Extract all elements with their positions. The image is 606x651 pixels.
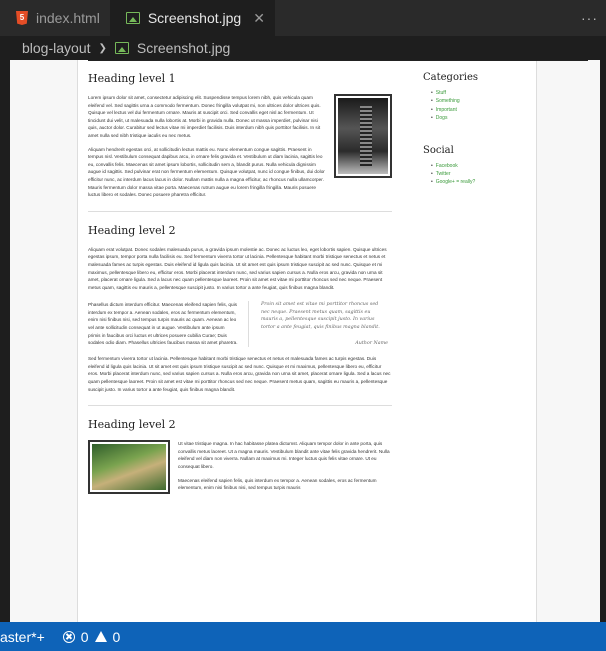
two-column-section: Phasellus dictum interdum efficitur. Mae… (88, 301, 392, 348)
divider (88, 210, 392, 212)
tab-label: Screenshot.jpg (147, 10, 242, 26)
header-rule (88, 60, 588, 61)
column-text: Phasellus dictum interdum efficitur. Mae… (88, 302, 238, 346)
image-icon (114, 42, 129, 54)
close-icon[interactable]: ✕ (253, 10, 265, 27)
categories-title: Categories (423, 72, 478, 83)
main-content: Heading level 1 Lorem ipsum dolor sit am… (88, 72, 392, 500)
error-count: 0 (80, 628, 89, 645)
image-text-section: Ut vitae tristique magna. In hac habitas… (88, 440, 392, 500)
breadcrumb: blog-layout ❯ Screenshot.jpg (0, 36, 606, 60)
breadcrumb-file[interactable]: Screenshot.jpg (137, 40, 230, 56)
html5-icon: 5 (16, 11, 28, 25)
category-link: Important (431, 106, 533, 114)
social-link: Google+ = really? (431, 178, 533, 186)
error-icon (62, 630, 75, 643)
editor-window: 5 index.html Screenshot.jpg ✕ ··· blog-l… (0, 0, 606, 651)
divider (88, 405, 392, 407)
category-link: Stuff (431, 89, 533, 97)
tab-bar: 5 index.html Screenshot.jpg ✕ ··· (0, 0, 606, 36)
social-title: Social (423, 144, 454, 156)
tab-index-html[interactable]: 5 index.html (0, 0, 110, 36)
escalator-image (334, 94, 392, 178)
git-branch[interactable]: aster*+ (0, 629, 45, 645)
warning-icon (94, 631, 107, 642)
breadcrumb-folder[interactable]: blog-layout (22, 40, 91, 56)
paragraph: Aliquam erat volutpat. Donec sodales mal… (88, 246, 387, 290)
category-link: Dogs (431, 114, 533, 122)
screenshot-image: Heading level 1 Lorem ipsum dolor sit am… (10, 60, 600, 622)
heading-level-2: Heading level 2 (88, 223, 176, 237)
blockquote: Proin sit amet est vitae mi porttitor rh… (248, 301, 388, 348)
categories-list: Stuff Something Important Dogs (431, 89, 533, 123)
quote-author: Author Name (355, 340, 388, 346)
status-bar: aster*+ 0 0 (0, 622, 606, 651)
blog-page: Heading level 1 Lorem ipsum dolor sit am… (77, 60, 588, 622)
social-link: Twitter (431, 170, 533, 178)
problems-indicator[interactable]: 0 0 (62, 628, 121, 645)
paragraph: Sed fermentum viverra tortor ut lacinia.… (88, 356, 391, 392)
forest-path-image (88, 440, 170, 495)
warning-count: 0 (112, 628, 121, 645)
more-actions-icon[interactable]: ··· (581, 10, 598, 26)
heading-level-1: Heading level 1 (88, 72, 176, 85)
sidebar: Categories Stuff Something Important Dog… (423, 72, 533, 209)
image-preview-area: Heading level 1 Lorem ipsum dolor sit am… (0, 60, 606, 622)
quote-text: Proin sit amet est vitae mi porttitor rh… (261, 302, 380, 331)
category-link: Something (431, 97, 533, 105)
heading-level-2: Heading level 2 (88, 418, 176, 432)
chevron-right-icon: ❯ (98, 42, 107, 54)
tab-screenshot-jpg[interactable]: Screenshot.jpg ✕ (109, 0, 275, 36)
image-icon (125, 12, 140, 24)
tab-label: index.html (36, 10, 100, 26)
social-list: Facebook Twitter Google+ = really? (431, 162, 533, 187)
social-link: Facebook (431, 162, 533, 170)
